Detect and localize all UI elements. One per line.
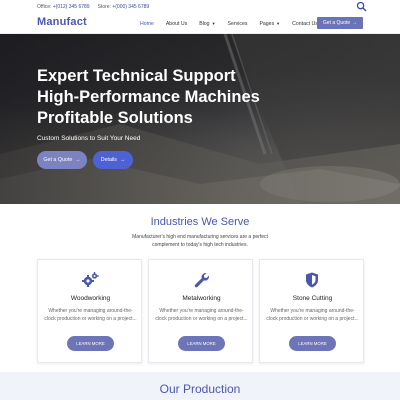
nav-item-label: About Us <box>165 20 188 27</box>
industry-card-text: Whether you're managing around-the-clock… <box>266 308 359 322</box>
nav-item-pages[interactable]: Pages ▼ <box>253 13 286 34</box>
nav-item-services[interactable]: Services <box>222 13 254 34</box>
industries-title: Industries We Serve <box>150 216 250 228</box>
top-info-bar: Office: +(012) 345 6789 Store: +(000) 34… <box>0 0 400 13</box>
main-navbar: Manufact Home About Us Blog ▼ Services Pa… <box>0 13 400 34</box>
hero-line-3: Profitable Solutions <box>37 109 193 127</box>
industry-card-woodworking: Woodworking Whether you're managing arou… <box>37 259 142 363</box>
caret-down-icon: ▼ <box>276 21 281 26</box>
store-contact: Store: +(000) 345 6789 <box>98 4 150 10</box>
page: Office: +(012) 345 6789 Store: +(000) 34… <box>0 0 400 400</box>
get-quote-label: Get a Quote <box>322 20 351 26</box>
store-label: Store: <box>97 3 111 10</box>
gears-icon <box>82 272 99 287</box>
store-phone[interactable]: +(000) 345 6789 <box>112 4 149 10</box>
industries-description: Manufacturer's high end manufacturing se… <box>132 234 268 248</box>
industry-card-text: Whether you're managing around-the-clock… <box>44 308 137 322</box>
office-contact: Office: +(012) 345 6789 <box>37 4 90 10</box>
arrow-right-icon: → <box>352 20 358 26</box>
production-title: Our Production <box>159 382 241 396</box>
hero-line-2: High-Performance Machines <box>37 88 260 106</box>
industry-card-stone-cutting: Stone Cutting Whether you're managing ar… <box>259 259 364 363</box>
nav-item-label: Home <box>140 20 154 27</box>
industry-card-title: Stone Cutting <box>292 295 333 302</box>
contact-info: Office: +(012) 345 6789 Store: +(000) 34… <box>37 4 149 10</box>
wrench-icon <box>194 273 210 288</box>
nav-menu: Home About Us Blog ▼ Services Pages ▼ Cont… <box>134 13 324 34</box>
learn-more-button[interactable]: LEARN MORE <box>67 336 114 351</box>
learn-more-button[interactable]: LEARN MORE <box>289 336 336 351</box>
brand-logo[interactable]: Manufact <box>37 16 87 28</box>
office-phone[interactable]: +(012) 345 6789 <box>53 4 90 10</box>
industries-cards: Woodworking Whether you're managing arou… <box>37 259 364 363</box>
nav-item-label: Services <box>227 20 248 27</box>
search-icon[interactable] <box>356 1 367 12</box>
get-quote-button[interactable]: Get a Quote → <box>317 17 363 29</box>
hero-details-button[interactable]: Details → <box>93 151 133 169</box>
office-label: Office: <box>37 3 52 10</box>
hero-heading: Expert Technical Support High-Performanc… <box>37 66 337 129</box>
nav-item-label: Pages <box>259 20 275 27</box>
arrow-right-icon: → <box>75 157 81 163</box>
arrow-right-icon: → <box>119 157 126 163</box>
nav-item-label: Blog <box>199 20 210 27</box>
hero-line-1: Expert Technical Support <box>37 67 236 85</box>
hero-get-quote-button[interactable]: Get a Quote → <box>37 151 87 169</box>
nav-item-home[interactable]: Home <box>134 13 160 34</box>
industry-card-metalworking: Metalworking Whether you're managing aro… <box>148 259 253 363</box>
nav-item-label: Contact Us <box>292 20 318 27</box>
hero-subtitle: Custom Solutions to Suit Your Need <box>37 135 141 142</box>
hero-get-quote-label: Get a Quote <box>43 157 73 163</box>
industry-card-title: Metalworking <box>182 295 221 302</box>
hero-banner: Expert Technical Support High-Performanc… <box>0 34 400 204</box>
caret-down-icon: ▼ <box>211 21 216 26</box>
nav-item-about[interactable]: About Us <box>160 13 193 34</box>
industry-card-title: Woodworking <box>70 295 111 302</box>
industry-card-text: Whether you're managing around-the-clock… <box>155 308 248 322</box>
shield-icon <box>306 272 318 288</box>
hero-details-label: Details <box>100 157 117 163</box>
nav-item-blog[interactable]: Blog ▼ <box>193 13 221 34</box>
learn-more-button[interactable]: LEARN MORE <box>178 336 225 351</box>
